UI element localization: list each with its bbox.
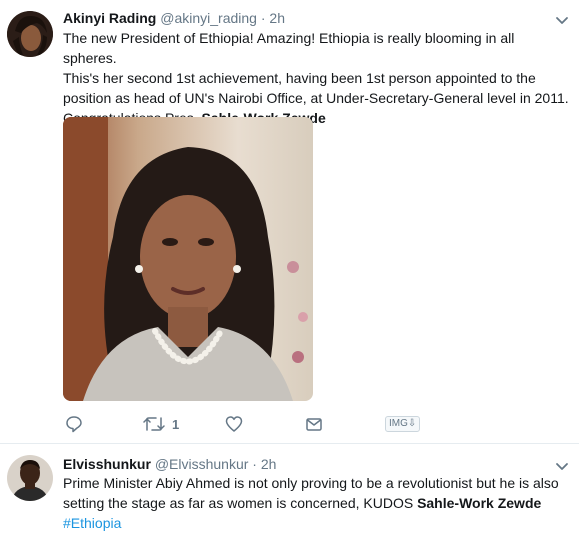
avatar[interactable] [7, 455, 53, 501]
avatar[interactable] [7, 11, 53, 57]
tweet-text-line: The new President of Ethiopia! Amazing! … [63, 30, 515, 66]
hashtag-link[interactable]: #Ethiopia [63, 515, 121, 531]
separator: · [260, 10, 266, 26]
tweet-text-line: Prime Minister Abiy Ahmed is not only pr… [63, 475, 559, 491]
tweet-akinyi[interactable]: Akinyi Rading @akinyi_rading · 2h The ne… [0, 0, 579, 444]
user-handle[interactable]: @Elvisshunkur [155, 456, 249, 472]
reply-icon [66, 416, 82, 433]
tweet-text-bold: Sahle-Work Zewde [417, 495, 542, 511]
tweet-text-line: position as head of UN's Nairobi Office,… [63, 90, 569, 106]
user-name[interactable]: Elvisshunkur [63, 456, 151, 472]
tweet-header: Elvisshunkur @Elvisshunkur · 2h [63, 455, 276, 473]
retweet-count: 1 [172, 416, 180, 432]
timestamp[interactable]: 2h [261, 456, 277, 472]
tweet-photo[interactable] [63, 117, 313, 401]
reply-button[interactable] [65, 413, 83, 435]
timestamp[interactable]: 2h [269, 10, 285, 26]
user-handle[interactable]: @akinyi_rading [160, 10, 257, 26]
tweet-text: Prime Minister Abiy Ahmed is not only pr… [63, 473, 571, 533]
envelope-icon [306, 418, 322, 431]
tweet-text-plain: setting the stage as far as women is con… [63, 495, 418, 511]
tweet-text-line: This's her second 1st achievement, havin… [63, 70, 536, 86]
heart-icon [225, 416, 243, 432]
like-button[interactable] [225, 413, 243, 435]
retweet-button[interactable]: 1 [143, 413, 179, 435]
user-name[interactable]: Akinyi Rading [63, 10, 156, 26]
separator: · [252, 456, 257, 472]
tweet-text: The new President of Ethiopia! Amazing! … [63, 28, 571, 128]
direct-message-button[interactable] [305, 413, 323, 435]
chevron-down-icon[interactable] [554, 12, 570, 28]
chevron-down-icon[interactable] [554, 458, 570, 474]
image-download-badge[interactable]: IMG⇩ [385, 416, 421, 432]
tweet-text-line: setting the stage as far as women is con… [63, 493, 571, 513]
tweet-header: Akinyi Rading @akinyi_rading · 2h [63, 9, 285, 27]
retweet-icon [143, 417, 165, 431]
